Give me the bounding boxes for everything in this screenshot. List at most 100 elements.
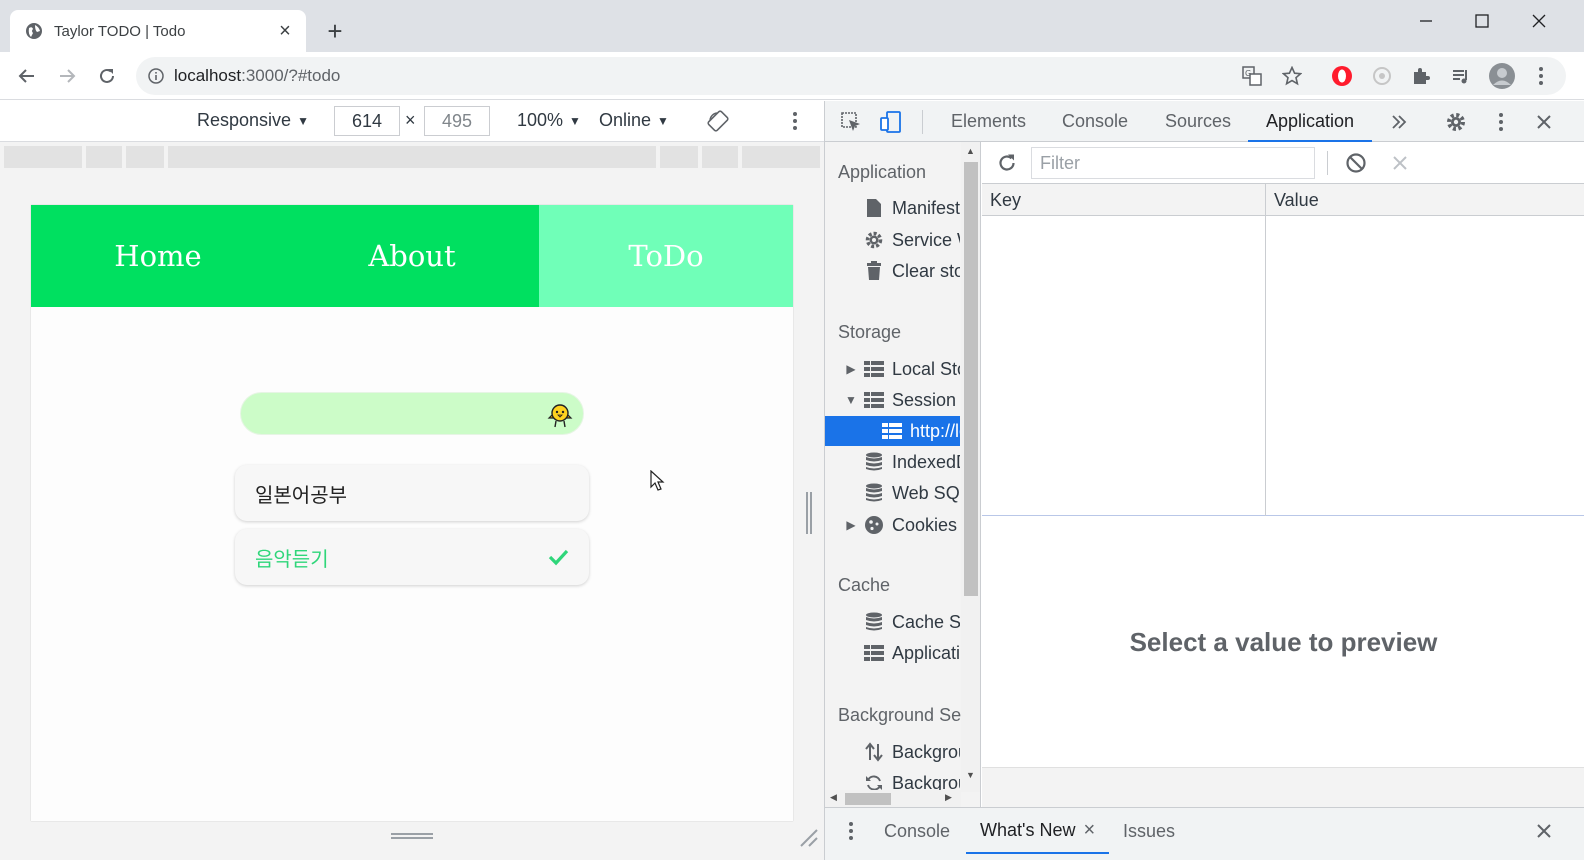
check-icon[interactable]	[547, 546, 569, 568]
zoom-label: 100%	[517, 110, 564, 130]
sidebar-item-clear-storage[interactable]: Clear storage	[825, 256, 960, 286]
opera-icon[interactable]	[1328, 62, 1356, 90]
star-icon[interactable]	[1278, 62, 1306, 90]
value-column-header[interactable]: Value	[1266, 184, 1319, 216]
drawer-tab-whats-new[interactable]: What's New ×	[966, 807, 1110, 854]
sidebar-vertical-scrollbar[interactable]: ▲ ▼	[961, 142, 980, 792]
scrollbar-thumb[interactable]	[964, 162, 978, 596]
rotate-icon[interactable]	[704, 107, 732, 135]
resize-handle-horizontal[interactable]	[391, 831, 433, 841]
drawer-tab-console[interactable]: Console	[884, 808, 950, 854]
scrollbar-thumb[interactable]	[845, 793, 891, 805]
translate-icon[interactable]: G	[1238, 62, 1266, 90]
drawer-tab-issues[interactable]: Issues	[1123, 808, 1175, 854]
reload-icon[interactable]	[93, 62, 121, 90]
sidebar-item-label: Background Fetch	[892, 741, 960, 762]
delete-selected-icon[interactable]	[1386, 149, 1414, 177]
sidebar-item-session-origin[interactable]: http://localhost:3000	[825, 416, 960, 446]
forward-icon[interactable]	[53, 62, 81, 90]
close-window-icon[interactable]	[1519, 6, 1559, 36]
tab-console[interactable]: Console	[1062, 101, 1128, 142]
sidebar-item-label: Session Storage	[892, 389, 960, 410]
sidebar-item-manifest[interactable]: Manifest	[825, 193, 960, 223]
tab-elements[interactable]: Elements	[951, 101, 1026, 142]
sidebar-item-label: Manifest	[892, 197, 960, 218]
more-tabs-icon[interactable]	[1385, 108, 1413, 136]
media-query-ruler[interactable]	[0, 142, 824, 170]
close-devtools-icon[interactable]	[1530, 108, 1558, 136]
extension-icon[interactable]	[1368, 62, 1396, 90]
sidebar-item-label: Clear storage	[892, 260, 960, 281]
minimize-icon[interactable]	[1406, 6, 1446, 36]
sidebar-item-cache-storage[interactable]: Cache Storage	[825, 607, 960, 637]
chick-submit-icon[interactable]	[545, 400, 575, 430]
collapse-triangle-icon[interactable]: ▼	[845, 393, 857, 407]
scroll-up-arrow-icon[interactable]: ▲	[966, 146, 975, 156]
height-input[interactable]: 495	[424, 106, 490, 136]
up-down-arrows-icon	[863, 742, 885, 762]
throttle-select[interactable]: Online ▼	[599, 110, 669, 131]
gear-icon[interactable]	[1442, 108, 1470, 136]
inspect-element-icon[interactable]	[837, 108, 865, 136]
sidebar-horizontal-scrollbar[interactable]: ◀ ▶	[825, 790, 961, 807]
device-select[interactable]: Responsive ▼	[197, 110, 309, 131]
sidebar-item-service-workers[interactable]: Service Workers	[825, 225, 960, 255]
refresh-icon[interactable]	[993, 149, 1021, 177]
maximize-icon[interactable]	[1462, 6, 1502, 36]
toolbar-divider	[922, 110, 923, 134]
gear-icon	[863, 230, 885, 250]
sidebar-item-background-fetch[interactable]: Background Fetch	[825, 737, 960, 767]
devtools-kebab-icon[interactable]	[1487, 108, 1515, 136]
sidebar-header-storage: Storage	[838, 322, 902, 342]
zoom-select[interactable]: 100% ▼	[517, 110, 581, 131]
todo-item[interactable]: 일본어공부	[235, 465, 589, 521]
close-drawer-icon[interactable]	[1530, 817, 1558, 845]
tab-title: Taylor TODO | Todo	[54, 22, 186, 40]
column-divider[interactable]	[1265, 184, 1266, 516]
resize-corner-handle[interactable]	[797, 826, 819, 848]
todo-item-done[interactable]: 음악듣기	[235, 529, 589, 585]
sidebar-item-web-sql[interactable]: Web SQL	[825, 478, 960, 508]
nav-home-link[interactable]: Home	[31, 205, 285, 307]
expand-triangle-icon[interactable]: ▶	[845, 518, 857, 532]
media-icon[interactable]	[1447, 62, 1475, 90]
sidebar-item-application-cache[interactable]: Application Cache	[825, 638, 960, 668]
device-toggle-icon[interactable]	[877, 108, 905, 136]
close-icon[interactable]: ×	[276, 21, 294, 41]
back-icon[interactable]	[13, 62, 41, 90]
device-menu-kebab-icon[interactable]	[781, 107, 809, 135]
cookie-icon	[863, 515, 885, 535]
sidebar-item-label: Service Workers	[892, 229, 960, 250]
sidebar-item-indexeddb[interactable]: IndexedDB	[825, 447, 960, 477]
scroll-down-arrow-icon[interactable]: ▼	[966, 770, 975, 780]
kebab-icon[interactable]	[1527, 62, 1555, 90]
key-column-header[interactable]: Key	[982, 184, 1021, 216]
tab-strip: Taylor TODO | Todo × +	[0, 0, 1584, 52]
sidebar-item-label: Local Storage	[892, 358, 960, 379]
scroll-left-arrow-icon[interactable]: ◀	[830, 792, 837, 803]
avatar[interactable]	[1488, 62, 1516, 90]
browser-tab[interactable]: Taylor TODO | Todo ×	[10, 10, 306, 52]
todo-input[interactable]	[240, 392, 584, 435]
resize-handle-vertical[interactable]	[804, 492, 814, 534]
tab-sources[interactable]: Sources	[1165, 101, 1231, 142]
puzzle-icon[interactable]	[1407, 62, 1435, 90]
drawer-kebab-icon[interactable]	[837, 817, 865, 845]
info-icon[interactable]	[148, 68, 164, 84]
clear-all-icon[interactable]	[1342, 149, 1370, 177]
throttle-label: Online	[599, 110, 652, 130]
plus-icon[interactable]: +	[322, 18, 348, 45]
filter-input[interactable]	[1031, 147, 1315, 179]
expand-triangle-icon[interactable]: ▶	[845, 362, 857, 376]
sidebar-item-cookies[interactable]: ▶ Cookies	[825, 510, 960, 540]
tab-application[interactable]: Application	[1248, 101, 1373, 142]
sidebar-item-local-storage[interactable]: ▶ Local Storage	[825, 354, 960, 384]
width-input[interactable]: 614	[334, 106, 400, 136]
scroll-right-arrow-icon[interactable]: ▶	[945, 792, 952, 803]
nav-about-link[interactable]: About	[285, 205, 539, 307]
sidebar-item-session-storage[interactable]: ▼ Session Storage	[825, 385, 960, 415]
mouse-cursor-icon	[650, 470, 665, 491]
trash-icon	[863, 261, 885, 281]
close-icon[interactable]: ×	[1083, 807, 1095, 853]
nav-todo-link[interactable]: ToDo	[539, 205, 793, 307]
